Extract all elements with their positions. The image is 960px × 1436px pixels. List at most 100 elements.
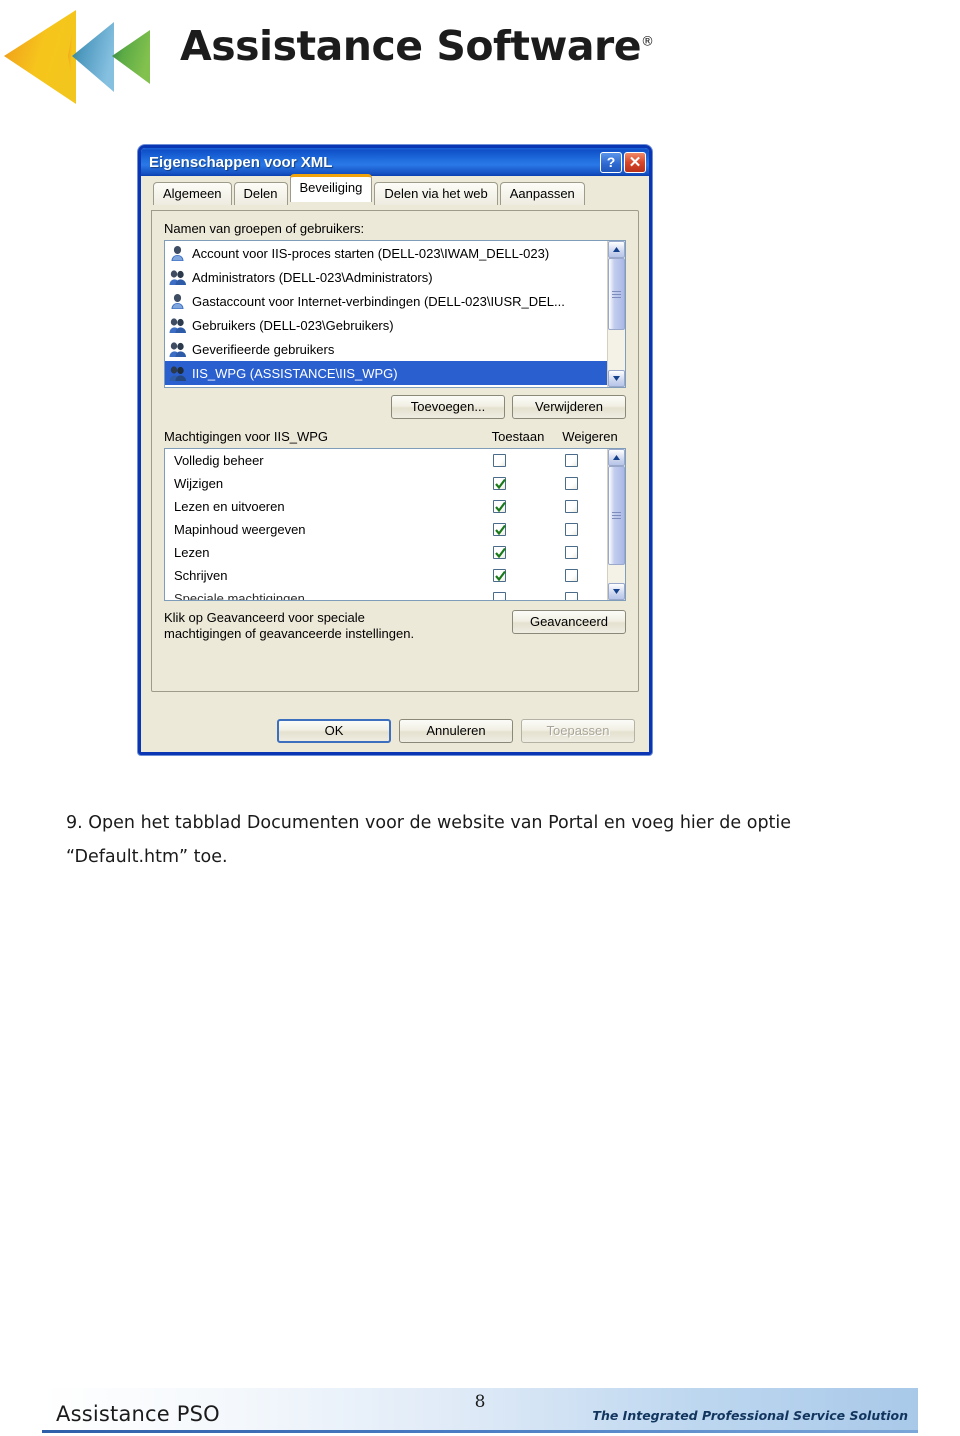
- ok-button[interactable]: OK: [277, 719, 391, 743]
- scroll-grip-icon: [612, 510, 621, 521]
- group-users-icon: [169, 317, 187, 334]
- permission-label: Schrijven: [174, 568, 228, 583]
- groups-list-area: Account voor IIS-proces starten (DELL-02…: [165, 241, 607, 387]
- permission-label: Speciale machtigingen: [174, 591, 305, 600]
- table-row[interactable]: Lezen: [165, 541, 607, 564]
- list-item-label: Gastaccount voor Internet-verbindingen (…: [192, 293, 565, 309]
- tab-aanpassen[interactable]: Aanpassen: [499, 182, 585, 205]
- permissions-label: Machtigingen voor IIS_WPG: [164, 429, 329, 444]
- logo-wordmark-text: Assistance Software: [180, 22, 642, 70]
- allow-cell[interactable]: [463, 454, 535, 467]
- tab-beveiliging[interactable]: Beveiliging: [289, 174, 373, 202]
- list-item-label: IIS_WPG (ASSISTANCE\IIS_WPG): [192, 365, 398, 381]
- deny-cell[interactable]: [535, 454, 607, 467]
- help-icon[interactable]: ?: [600, 151, 622, 173]
- deny-checkbox[interactable]: [564, 454, 578, 467]
- scroll-grip-icon: [612, 289, 621, 300]
- groups-listbox[interactable]: Account voor IIS-proces starten (DELL-02…: [164, 240, 626, 388]
- table-row[interactable]: Wijzigen: [165, 472, 607, 495]
- allow-cell[interactable]: [463, 546, 535, 559]
- assistance-chevron-logo-icon: [2, 8, 174, 110]
- footer-tagline: The Integrated Professional Service Solu…: [592, 1408, 908, 1423]
- group-users-icon: [169, 269, 187, 286]
- group-action-buttons: Toevoegen... Verwijderen: [164, 395, 626, 419]
- registered-mark: ®: [641, 34, 654, 50]
- table-row[interactable]: Mapinhoud weergeven: [165, 518, 607, 541]
- page-header: Assistance Software®: [0, 0, 960, 118]
- close-icon[interactable]: ✕: [624, 151, 646, 173]
- list-item[interactable]: Gebruikers (DELL-023\Gebruikers): [165, 313, 607, 337]
- single-user-icon: [169, 245, 187, 262]
- add-button[interactable]: Toevoegen...: [391, 395, 505, 419]
- list-item-label: Geverifieerde gebruikers: [192, 341, 335, 357]
- deny-cell[interactable]: [535, 500, 607, 513]
- scroll-up-icon[interactable]: [608, 241, 625, 258]
- permissions-listbox[interactable]: Volledig beheer Wijzigen Lezen en uitvoe…: [164, 448, 626, 601]
- step-number: 9.: [66, 813, 83, 833]
- allow-cell[interactable]: [463, 477, 535, 490]
- single-user-icon: [169, 293, 187, 310]
- deny-cell[interactable]: [535, 592, 607, 600]
- allow-cell[interactable]: [463, 523, 535, 536]
- tab-delen-via-het-web[interactable]: Delen via het web: [374, 182, 498, 205]
- advanced-hint-line2: machtigingen of geavanceerde instellinge…: [164, 626, 415, 641]
- deny-checkbox[interactable]: [564, 569, 578, 582]
- allow-checkbox-checked[interactable]: [492, 546, 506, 559]
- allow-cell[interactable]: [463, 500, 535, 513]
- allow-cell[interactable]: [463, 569, 535, 582]
- column-allow: Toestaan: [491, 429, 545, 444]
- column-deny: Weigeren: [562, 429, 618, 444]
- group-users-icon: [169, 341, 187, 358]
- permission-label: Volledig beheer: [174, 453, 264, 468]
- groups-scrollbar[interactable]: [607, 241, 625, 387]
- tab-algemeen[interactable]: Algemeen: [153, 182, 232, 205]
- deny-cell[interactable]: [535, 546, 607, 559]
- cancel-button[interactable]: Annuleren: [399, 719, 513, 743]
- permissions-scroll-track[interactable]: [608, 466, 625, 583]
- advanced-hint-text: Klik op Geavanceerd voor speciale machti…: [164, 610, 512, 642]
- scroll-down-icon[interactable]: [608, 583, 625, 600]
- permission-label: Lezen: [174, 545, 210, 560]
- deny-checkbox[interactable]: [564, 523, 578, 536]
- deny-checkbox[interactable]: [564, 592, 578, 600]
- groups-scroll-track[interactable]: [608, 258, 625, 370]
- remove-button[interactable]: Verwijderen: [512, 395, 626, 419]
- page-footer: Assistance PSO 8 The Integrated Professi…: [42, 1388, 918, 1434]
- list-item[interactable]: Gastaccount voor Internet-verbindingen (…: [165, 289, 607, 313]
- scroll-down-icon[interactable]: [608, 370, 625, 387]
- deny-checkbox[interactable]: [564, 500, 578, 513]
- permissions-scroll-thumb[interactable]: [608, 466, 625, 565]
- allow-checkbox[interactable]: [492, 592, 506, 600]
- security-tab-panel: Namen van groepen of gebruikers: Account…: [151, 210, 639, 692]
- allow-cell[interactable]: [463, 592, 535, 600]
- table-row[interactable]: Schrijven: [165, 564, 607, 587]
- deny-cell[interactable]: [535, 523, 607, 536]
- deny-cell[interactable]: [535, 477, 607, 490]
- allow-checkbox-checked[interactable]: [492, 569, 506, 582]
- list-item[interactable]: Account voor IIS-proces starten (DELL-02…: [165, 241, 607, 265]
- deny-checkbox[interactable]: [564, 546, 578, 559]
- list-item-label: Administrators (DELL-023\Administrators): [192, 269, 433, 285]
- permissions-scrollbar[interactable]: [607, 449, 625, 600]
- list-item-selected[interactable]: IIS_WPG (ASSISTANCE\IIS_WPG): [165, 361, 607, 385]
- table-row[interactable]: Lezen en uitvoeren: [165, 495, 607, 518]
- advanced-button[interactable]: Geavanceerd: [512, 610, 626, 634]
- list-item[interactable]: Geverifieerde gebruikers: [165, 337, 607, 361]
- allow-checkbox-checked[interactable]: [492, 523, 506, 536]
- dialog-title: Eigenschappen voor XML: [149, 153, 333, 171]
- permission-label: Mapinhoud weergeven: [174, 522, 306, 537]
- table-row[interactable]: Volledig beheer: [165, 449, 607, 472]
- groups-scroll-thumb[interactable]: [608, 258, 625, 330]
- dialog-titlebar[interactable]: Eigenschappen voor XML ? ✕: [141, 148, 649, 176]
- allow-checkbox[interactable]: [492, 454, 506, 467]
- deny-cell[interactable]: [535, 569, 607, 582]
- table-row[interactable]: Speciale machtigingen: [165, 587, 607, 600]
- allow-checkbox-checked[interactable]: [492, 477, 506, 490]
- deny-checkbox[interactable]: [564, 477, 578, 490]
- allow-checkbox-checked[interactable]: [492, 500, 506, 513]
- scroll-up-icon[interactable]: [608, 449, 625, 466]
- list-item-label: Account voor IIS-proces starten (DELL-02…: [192, 245, 550, 261]
- tab-delen[interactable]: Delen: [233, 182, 288, 205]
- properties-dialog: Eigenschappen voor XML ? ✕ Algemeen Dele…: [138, 145, 652, 755]
- list-item[interactable]: Administrators (DELL-023\Administrators): [165, 265, 607, 289]
